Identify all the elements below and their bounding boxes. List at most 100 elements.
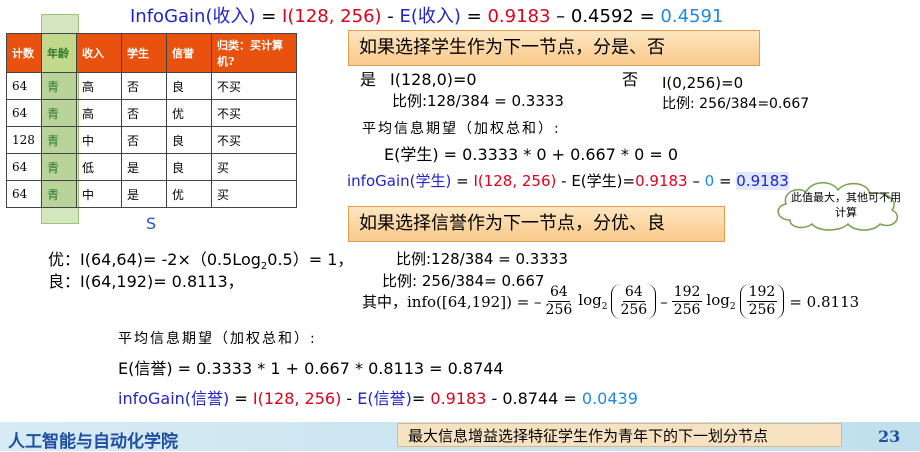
cell-age: 青: [41, 153, 77, 181]
cell-count: 64: [6, 180, 42, 208]
formula-v1: 0.9183: [487, 6, 551, 27]
cell-student: 否: [121, 72, 167, 100]
cell-age: 青: [41, 72, 77, 100]
credit-gain-op: - 0.8744 =: [486, 389, 582, 408]
student-gain-op: –: [687, 172, 705, 190]
cell-income: 高: [76, 99, 122, 127]
callout-credit: 如果选择信誉作为下一节点，分优、良: [348, 206, 725, 242]
header-income: 收入: [76, 33, 122, 73]
formula-eq2: =: [460, 6, 488, 27]
student-gain-minus: -: [556, 172, 572, 190]
credit-gain-eq: =: [229, 389, 253, 408]
fraction-num: 64: [622, 284, 645, 302]
header-student: 学生: [121, 33, 167, 73]
fraction: 64 256: [544, 284, 575, 319]
fraction-den: 256: [620, 302, 648, 318]
fraction-num: 192: [746, 284, 778, 302]
cell-income: 低: [76, 153, 122, 181]
callout-student: 如果选择学生作为下一节点，分是、否: [348, 30, 760, 66]
credit-gain-minus: -: [341, 389, 358, 408]
fraction: 64 256: [618, 284, 649, 319]
parenthesis: 64 256: [611, 284, 657, 319]
cell-count: 64: [6, 72, 42, 100]
cell-credit: 良: [166, 72, 212, 100]
data-table-container: 计数 年龄 收入 学生 信誉 归类：买计算机? 64 青 高 否 良 不买 64…: [6, 33, 297, 208]
student-no-info: I(0,256)=0: [662, 74, 744, 92]
student-yes-ratio: 比例:128/384 = 0.3333: [392, 92, 564, 110]
table-row: 128 青 中 否 良 不买: [6, 126, 297, 154]
credit-good-text: 优：I(64,64)= -2×（0.5Log: [48, 250, 261, 269]
parenthesis: 192 256: [739, 284, 785, 319]
cell-class: 买: [211, 153, 297, 181]
student-yes-label: 是: [360, 70, 377, 89]
cell-credit: 良: [166, 153, 212, 181]
cell-student: 否: [121, 126, 167, 154]
top-infogain-formula: InfoGain(收入) = I(128, 256) - E(收入) = 0.9…: [130, 2, 723, 28]
credit-gain-E: E(信誉): [357, 389, 412, 408]
cell-class: 买: [211, 180, 297, 208]
table-row: 64 青 低 是 良 买: [6, 153, 297, 181]
cell-class: 不买: [211, 99, 297, 127]
credit-gain-v1: 0.9183: [430, 389, 487, 408]
cell-student: 是: [121, 180, 167, 208]
cell-income: 中: [76, 126, 122, 154]
student-gain-v1: 0.9183: [635, 172, 688, 190]
credit-fair-line: 良：I(64,192)= 0.8113，: [48, 272, 244, 291]
credit-gain-lhs: infoGain(信誉): [118, 389, 230, 408]
footer-note: 最大信息增益选择特征学生作为青年下的下一划分节点: [397, 423, 842, 447]
cell-class: 不买: [211, 72, 297, 100]
student-yes-info: I(128,0)=0: [390, 70, 477, 89]
info-result: = 0.8113: [789, 292, 860, 311]
cell-income: 高: [76, 72, 122, 100]
info-prefix: 其中，info([64,192]) = –: [362, 293, 542, 311]
student-avg-title: 平均信息期望（加权总和）:: [362, 121, 561, 137]
credit-gain-I: I(128, 256): [252, 389, 342, 408]
student-gain-I: I(128, 256): [473, 172, 557, 190]
info-formula: 其中，info([64,192]) = – 64 256 log2 64 256 –…: [362, 284, 860, 319]
fraction-den: 256: [748, 302, 776, 318]
student-no-ratio: 比例: 256/384=0.667: [662, 96, 810, 112]
table-row: 64 青 中 是 优 买: [6, 180, 297, 208]
fraction-den: 256: [545, 302, 573, 318]
cell-credit: 良: [166, 126, 212, 154]
credit-good-ratio: 比例:128/384 = 0.3333: [396, 250, 568, 268]
cloud-note: 此值最大，其他可不用计算: [791, 191, 901, 219]
credit-gain-result: 0.0439: [581, 389, 638, 408]
cell-age: 青: [41, 180, 77, 208]
cell-credit: 优: [166, 180, 212, 208]
log-text: log: [706, 291, 730, 309]
cell-age: 青: [41, 99, 77, 127]
data-table: 计数 年龄 收入 学生 信誉 归类：买计算机? 64 青 高 否 良 不买 64…: [6, 33, 297, 208]
student-gain-eq2: =: [622, 172, 636, 190]
table-header-row: 计数 年龄 收入 学生 信誉 归类：买计算机?: [6, 33, 297, 73]
student-no-label: 否: [622, 70, 639, 89]
page-number: 23: [878, 427, 901, 446]
table-set-label: S: [146, 214, 157, 233]
log-base: 2: [601, 302, 608, 312]
student-gain-v2: 0: [704, 172, 715, 190]
credit-good-text2: 0.5）= 1，: [267, 250, 354, 269]
formula-minus: -: [381, 6, 400, 27]
header-credit: 信誉: [166, 33, 212, 73]
student-gain-formula: infoGain(学生) = I(128, 256) - E(学生)=0.918…: [347, 170, 789, 191]
formula-I: I(128, 256): [282, 6, 382, 27]
table-row: 64 青 高 否 优 不买: [6, 99, 297, 127]
cell-class: 不买: [211, 126, 297, 154]
log-text: log: [578, 291, 602, 309]
student-gain-eq3: =: [714, 172, 737, 190]
cell-age: 青: [41, 126, 77, 154]
log-label: log2: [578, 291, 607, 312]
formula-result: 0.4591: [660, 6, 724, 27]
header-count: 计数: [6, 33, 42, 73]
credit-gain-formula: infoGain(信誉) = I(128, 256) - E(信誉)= 0.91…: [118, 385, 638, 409]
credit-expectation: E(信誉) = 0.3333 * 1 + 0.667 * 0.8113 = 0.…: [118, 359, 504, 378]
log-label: log2: [706, 291, 735, 312]
student-gain-eq: =: [451, 172, 474, 190]
fraction: 192 256: [746, 284, 778, 319]
cell-count: 64: [6, 99, 42, 127]
credit-avg-title: 平均信息期望（加权总和）:: [118, 331, 317, 347]
formula-eq: =: [255, 6, 283, 27]
formula-lhs: InfoGain(收入): [130, 6, 256, 27]
header-class: 归类：买计算机?: [211, 33, 297, 73]
fraction-den: 256: [673, 302, 701, 318]
